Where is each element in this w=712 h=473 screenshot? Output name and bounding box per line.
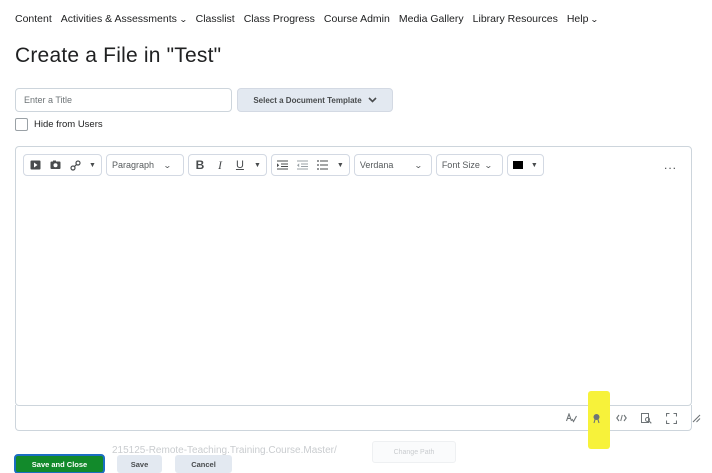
- title-input[interactable]: [15, 88, 232, 112]
- chevron-down-icon: ⌄: [178, 14, 188, 24]
- paragraph-select[interactable]: Paragraph ⌄: [105, 154, 184, 176]
- chevron-down-icon: ⌄: [483, 160, 493, 170]
- indent-icon[interactable]: [277, 159, 289, 171]
- nav-media-gallery[interactable]: Media Gallery: [399, 13, 464, 25]
- font-size-select-label: Font Size: [441, 160, 480, 170]
- nav-help-label: Help: [566, 13, 589, 25]
- chevron-down-icon: ⌄: [162, 160, 172, 170]
- hide-label: Hide from Users: [34, 119, 103, 130]
- bold-button[interactable]: B: [194, 158, 206, 172]
- save-button[interactable]: Save: [117, 455, 162, 473]
- nav-classlist-label: Classlist: [195, 13, 235, 25]
- nav-content-label: Content: [15, 13, 52, 25]
- nav-media-gallery-label: Media Gallery: [398, 13, 464, 25]
- paragraph-select-label: Paragraph: [111, 160, 154, 170]
- nav-library-resources[interactable]: Library Resources: [473, 13, 558, 25]
- preview-icon[interactable]: [640, 412, 652, 424]
- insert-group: ▼: [23, 154, 102, 176]
- insert-link-icon[interactable]: [69, 159, 81, 171]
- editor-bottom-icons: [565, 412, 702, 424]
- resize-icon[interactable]: [690, 412, 702, 424]
- more-options-icon[interactable]: ...: [664, 158, 677, 172]
- editor-toolbar: ▼ Paragraph ⌄ B I U ▼ ▼ Verdana ⌄ Font S…: [23, 154, 544, 176]
- format-more-caret-icon[interactable]: ▼: [254, 162, 261, 169]
- spellcheck-icon[interactable]: [565, 412, 577, 424]
- save-and-close-button[interactable]: Save and Close: [14, 454, 105, 473]
- font-select-label: Verdana: [359, 160, 394, 170]
- insert-more-caret-icon[interactable]: ▼: [89, 162, 96, 169]
- course-nav: Content Activities & Assessments ⌄ Classl…: [15, 9, 600, 29]
- font-size-select[interactable]: Font Size ⌄: [435, 154, 503, 176]
- hide-from-users[interactable]: Hide from Users: [15, 118, 103, 131]
- cancel-button[interactable]: Cancel: [175, 455, 232, 473]
- format-group: B I U ▼: [187, 154, 267, 176]
- nav-course-admin-label: Course Admin: [323, 13, 390, 25]
- nav-class-progress[interactable]: Class Progress: [244, 13, 315, 25]
- outdent-icon[interactable]: [297, 159, 309, 171]
- chevron-down-icon: ⌄: [590, 14, 600, 24]
- hide-checkbox[interactable]: [15, 118, 28, 131]
- list-more-caret-icon[interactable]: ▼: [337, 162, 344, 169]
- nav-course-admin[interactable]: Course Admin: [324, 13, 390, 25]
- select-template-label: Select a Document Template: [253, 95, 362, 105]
- source-code-icon[interactable]: [615, 412, 627, 424]
- select-template-button[interactable]: Select a Document Template: [237, 88, 393, 112]
- nav-content[interactable]: Content: [15, 13, 52, 25]
- html-editor[interactable]: ▼ Paragraph ⌄ B I U ▼ ▼ Verdana ⌄ Font S…: [15, 146, 692, 406]
- change-path-button[interactable]: Change Path: [372, 441, 456, 463]
- fullscreen-icon[interactable]: [665, 412, 677, 424]
- insert-image-icon[interactable]: [49, 159, 61, 171]
- list-icon[interactable]: [317, 159, 329, 171]
- underline-button[interactable]: U: [234, 159, 246, 171]
- nav-classlist[interactable]: Classlist: [196, 13, 235, 25]
- chevron-down-icon: ⌄: [414, 160, 424, 170]
- nav-help[interactable]: Help ⌄: [566, 13, 600, 25]
- align-group: ▼: [270, 154, 350, 176]
- text-color-swatch: [512, 161, 523, 169]
- page-title: Create a File in "Test": [15, 44, 222, 67]
- italic-button[interactable]: I: [214, 158, 226, 172]
- nav-activities[interactable]: Activities & Assessments ⌄: [60, 13, 188, 25]
- chevron-down-icon: [368, 97, 377, 103]
- nav-library-resources-label: Library Resources: [472, 13, 558, 25]
- nav-class-progress-label: Class Progress: [243, 13, 315, 25]
- font-select[interactable]: Verdana ⌄: [353, 154, 432, 176]
- insert-video-icon[interactable]: [29, 159, 41, 171]
- nav-activities-label: Activities & Assessments: [60, 13, 177, 25]
- accessibility-icon[interactable]: [590, 412, 602, 424]
- text-color-select[interactable]: ▼: [506, 154, 544, 176]
- color-caret-icon: ▼: [530, 161, 538, 169]
